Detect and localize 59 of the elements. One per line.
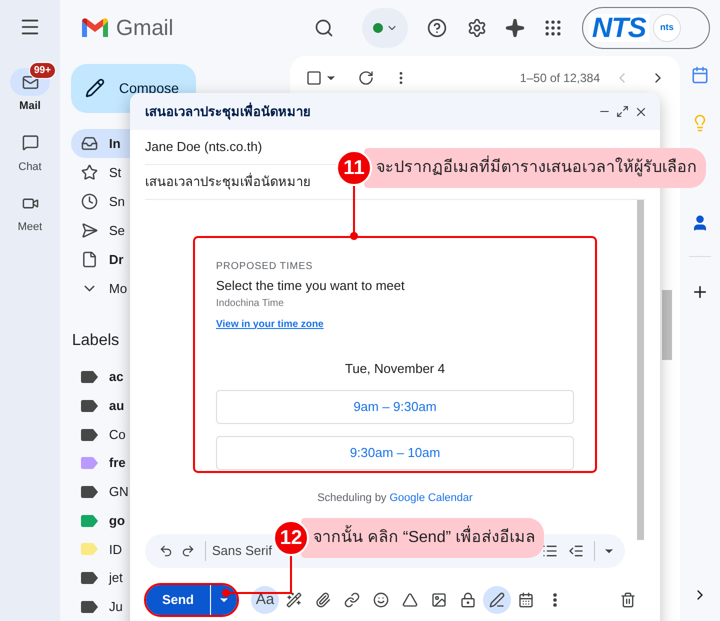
- label-item[interactable]: au: [71, 392, 130, 420]
- rail-label: Mail: [19, 99, 41, 114]
- label-item[interactable]: Co: [71, 420, 130, 449]
- account-logo: NTS: [589, 14, 649, 42]
- rail-label: Chat: [18, 160, 42, 174]
- label-name: jet: [109, 569, 123, 588]
- send-button[interactable]: Send: [146, 585, 210, 615]
- nav-item[interactable]: Dr: [71, 244, 130, 274]
- label-name: ID: [109, 540, 122, 559]
- label-name: GN: [109, 483, 128, 502]
- time-slot-button[interactable]: 9am – 9:30am: [216, 390, 574, 424]
- account-avatar: nts: [652, 14, 681, 42]
- account-chip[interactable]: NTS nts: [582, 6, 710, 49]
- label-item[interactable]: go: [71, 506, 130, 535]
- card-heading: Select the time you want to meet: [216, 277, 406, 295]
- label-name: go: [109, 512, 125, 530]
- nav-label: In: [109, 134, 121, 153]
- timezone-label: Indochina Time: [216, 296, 285, 310]
- time-slot-button[interactable]: 9:30am – 10am: [216, 436, 574, 470]
- card-eyebrow: PROPOSED TIMES: [216, 260, 314, 274]
- nav-item[interactable]: St: [71, 158, 130, 187]
- callout-text: จะปรากฏอีเมลที่มีตารางเสนอเวลาให้ผู้รับเลือก: [364, 148, 706, 188]
- app-name: Gmail: [116, 14, 174, 42]
- rail-label: Meet: [18, 220, 42, 235]
- formatting-button[interactable]: Aa: [251, 586, 279, 614]
- date-label: Tue, November 4: [344, 360, 446, 378]
- scheduling-credit: Scheduling by: [317, 492, 388, 504]
- nav-label: St: [109, 164, 122, 182]
- nav-label: Sn: [109, 192, 125, 211]
- label-item[interactable]: Ju: [71, 592, 130, 621]
- nav-item[interactable]: Mo: [71, 274, 130, 303]
- label-item[interactable]: fre: [71, 448, 130, 478]
- label-item[interactable]: ac: [71, 362, 130, 392]
- nav-label: Dr: [109, 250, 124, 269]
- subject-field[interactable]: เสนอเวลาประชุมเพื่อนัดหมาย: [145, 172, 311, 192]
- label-name: au: [109, 397, 124, 416]
- callout-text: จากนั้น คลิก “Send” เพื่อส่งอีเมล: [301, 518, 544, 558]
- nav-item[interactable]: Se: [71, 216, 130, 245]
- label-name: Ju: [109, 598, 123, 616]
- label-name: Co: [109, 426, 126, 444]
- time-zone-link[interactable]: View in your time zone: [216, 318, 324, 330]
- page-range: 1–50 of 12,384: [520, 70, 600, 87]
- labels-heading: Labels: [72, 330, 120, 351]
- rail-item[interactable]: Mail 99+: [1, 62, 59, 114]
- nav-label: Se: [109, 222, 125, 240]
- rail-item[interactable]: Chat: [1, 122, 59, 175]
- rail-item[interactable]: Meet: [1, 183, 59, 236]
- label-item[interactable]: jet: [71, 564, 130, 592]
- font-selector[interactable]: Sans Serif: [212, 541, 272, 561]
- nav-item[interactable]: In: [71, 128, 130, 158]
- calendar-link[interactable]: Google Calendar: [390, 492, 473, 504]
- nav-item[interactable]: Sn: [71, 186, 130, 216]
- nav-label: Mo: [109, 280, 128, 298]
- label-name: fre: [109, 454, 126, 472]
- label-item[interactable]: ID: [71, 534, 130, 564]
- recipient-field[interactable]: Jane Doe (nts.co.th): [145, 137, 262, 157]
- label-item[interactable]: GN: [71, 478, 130, 506]
- unread-badge: 99+: [29, 62, 56, 79]
- label-name: ac: [109, 368, 124, 386]
